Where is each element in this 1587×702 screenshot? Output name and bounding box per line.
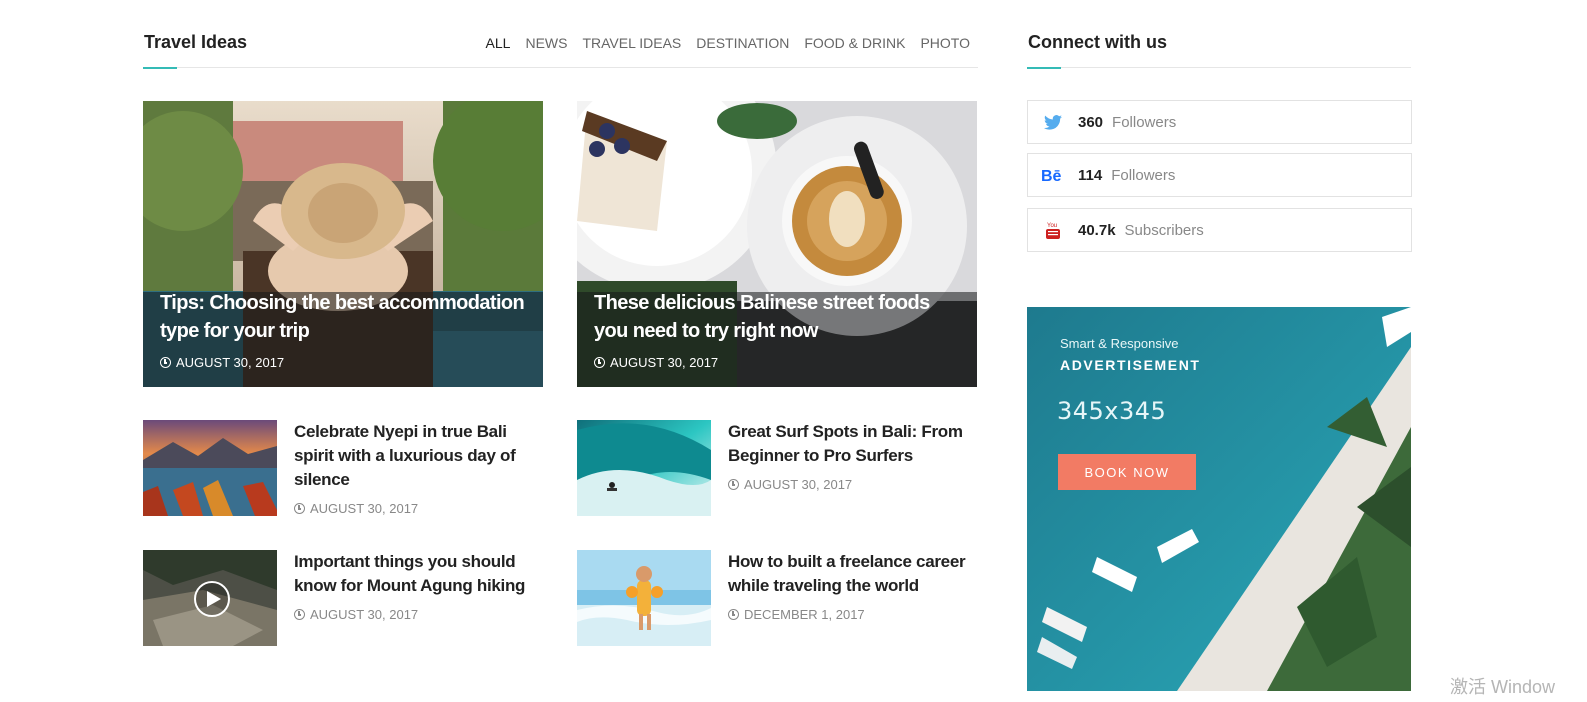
featured-card[interactable]: These delicious Balinese street foods yo… [577, 101, 977, 387]
social-youtube[interactable]: You 40.7k Subscribers [1027, 208, 1412, 252]
sidebar-title-underline [1027, 67, 1061, 69]
ad-size: 345x345 [1057, 397, 1167, 425]
post-thumbnail-lake[interactable] [143, 420, 277, 516]
featured-date: AUGUST 30, 2017 [594, 355, 718, 370]
behance-label: Followers [1111, 166, 1176, 184]
post-title[interactable]: Great Surf Spots in Bali: From Beginner … [728, 420, 968, 468]
twitter-icon [1028, 114, 1078, 130]
featured-date-text: AUGUST 30, 2017 [176, 355, 285, 370]
ad-kicker: Smart & Responsive [1060, 336, 1179, 351]
clock-icon [294, 503, 305, 514]
sidebar-header: Connect with us [1027, 30, 1411, 69]
youtube-label: Subscribers [1124, 221, 1204, 239]
sidebar-title: Connect with us [1028, 32, 1167, 52]
post-date: AUGUST 30, 2017 [294, 501, 418, 516]
featured-card[interactable]: Tips: Choosing the best accommodation ty… [143, 101, 543, 387]
section-title: Travel Ideas [144, 32, 248, 52]
tab-photo[interactable]: PHOTO [920, 35, 970, 51]
section-title-underline [143, 67, 177, 69]
featured-title[interactable]: Tips: Choosing the best accommodation ty… [160, 289, 525, 345]
post-title[interactable]: Important things you should know for Mou… [294, 550, 534, 598]
clock-icon [728, 479, 739, 490]
post-date: DECEMBER 1, 2017 [728, 607, 865, 622]
clock-icon [594, 357, 605, 368]
featured-date: AUGUST 30, 2017 [160, 355, 284, 370]
clock-icon [160, 357, 171, 368]
twitter-label: Followers [1112, 113, 1177, 131]
clock-icon [728, 609, 739, 620]
advertisement-banner[interactable]: Smart & Responsive ADVERTISEMENT 345x345… [1027, 307, 1411, 691]
tab-all[interactable]: ALL [486, 35, 511, 51]
post-item: How to built a freelance career while tr… [577, 550, 977, 650]
behance-count: 114 [1078, 166, 1103, 184]
os-activation-watermark: 激活 Window [1450, 677, 1556, 697]
youtube-count: 40.7k [1078, 221, 1116, 239]
featured-title[interactable]: These delicious Balinese street foods yo… [594, 289, 959, 345]
post-thumbnail-hiking[interactable] [143, 550, 277, 646]
social-behance[interactable]: Bē 114 Followers [1027, 153, 1412, 197]
tab-news[interactable]: NEWS [525, 35, 567, 51]
post-date-text: AUGUST 30, 2017 [310, 607, 419, 622]
tab-destination[interactable]: DESTINATION [696, 35, 789, 51]
twitter-count: 360 [1078, 113, 1104, 131]
post-item: Great Surf Spots in Bali: From Beginner … [577, 420, 977, 520]
post-thumbnail-beach[interactable] [577, 550, 711, 646]
book-now-button[interactable]: BOOK NOW [1058, 454, 1196, 490]
svg-text:Bē: Bē [1041, 168, 1062, 182]
featured-date-text: AUGUST 30, 2017 [610, 355, 719, 370]
youtube-icon: You [1028, 220, 1078, 240]
post-thumbnail-surf[interactable] [577, 420, 711, 516]
tab-travel-ideas[interactable]: TRAVEL IDEAS [582, 35, 681, 51]
post-title[interactable]: Celebrate Nyepi in true Bali spirit with… [294, 420, 534, 492]
social-twitter[interactable]: 360 Followers [1027, 100, 1412, 144]
post-date-text: DECEMBER 1, 2017 [744, 607, 865, 622]
svg-text:You: You [1047, 223, 1057, 229]
clock-icon [294, 609, 305, 620]
post-date: AUGUST 30, 2017 [294, 607, 418, 622]
post-item: Important things you should know for Mou… [143, 550, 543, 650]
behance-icon: Bē [1028, 168, 1078, 182]
post-date-text: AUGUST 30, 2017 [744, 477, 853, 492]
category-tabs: ALL NEWS TRAVEL IDEAS DESTINATION FOOD &… [471, 35, 970, 51]
ad-headline: ADVERTISEMENT [1060, 357, 1201, 373]
post-title[interactable]: How to built a freelance career while tr… [728, 550, 968, 598]
tab-food-drink[interactable]: FOOD & DRINK [804, 35, 905, 51]
section-header: Travel Ideas ALL NEWS TRAVEL IDEAS DESTI… [143, 30, 978, 69]
post-date-text: AUGUST 30, 2017 [310, 501, 419, 516]
post-item: Celebrate Nyepi in true Bali spirit with… [143, 420, 543, 520]
post-date: AUGUST 30, 2017 [728, 477, 852, 492]
